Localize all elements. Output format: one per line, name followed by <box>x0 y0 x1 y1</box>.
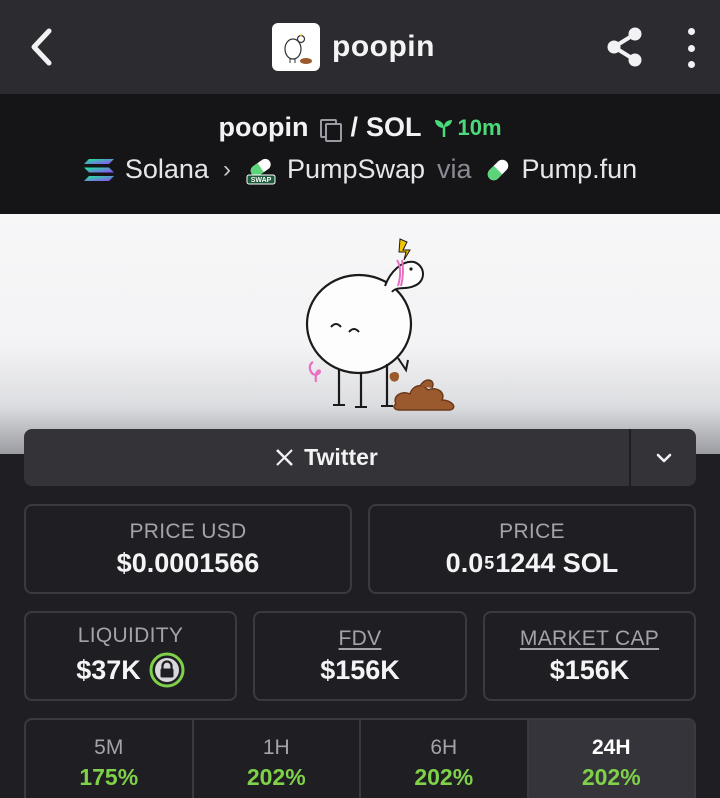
more-links-dropdown[interactable] <box>629 429 696 486</box>
market-cap-label[interactable]: MARKET CAP <box>520 627 659 651</box>
share-icon <box>607 27 642 67</box>
pair-age-badge: 10m <box>433 114 502 141</box>
x-logo-icon <box>276 449 294 466</box>
top-app-bar: poopin <box>0 0 720 94</box>
tab-6h-label: 6H <box>430 736 458 759</box>
tab-24h[interactable]: 24H 202% <box>528 720 694 798</box>
chevron-left-icon <box>31 28 52 66</box>
tab-5m-change: 175% <box>79 764 139 790</box>
tab-24h-change: 202% <box>581 764 641 790</box>
pair-age: 10m <box>457 114 502 140</box>
liquidity-value: $37K <box>76 654 141 685</box>
base-token-symbol: poopin <box>218 112 309 142</box>
token-banner <box>0 214 720 454</box>
share-button[interactable] <box>604 26 646 68</box>
via-label: via <box>437 154 472 184</box>
tab-1h[interactable]: 1H 202% <box>194 720 361 798</box>
seedling-icon <box>435 119 453 137</box>
market-cap-card: MARKET CAP $156K <box>483 611 696 701</box>
token-avatar <box>272 23 320 71</box>
lock-icon[interactable] <box>149 652 185 688</box>
price-native-zero-count: 5 <box>484 552 495 573</box>
price-native-suffix: 1244 SOL <box>495 547 619 578</box>
copy-icon[interactable] <box>318 117 343 142</box>
liquidity-label: LIQUIDITY <box>77 624 184 647</box>
token-banner-illustration <box>305 238 455 411</box>
fdv-label[interactable]: FDV <box>339 627 382 651</box>
tab-1h-label: 1H <box>262 736 290 759</box>
chain-name[interactable]: Solana <box>125 154 209 185</box>
twitter-label: Twitter <box>304 444 378 470</box>
more-vertical-icon <box>687 28 695 35</box>
social-links-bar: Twitter <box>24 429 696 486</box>
dex-name[interactable]: PumpSwap <box>287 154 425 185</box>
chevron-right-icon: › <box>222 155 231 183</box>
page-title: poopin <box>332 30 435 63</box>
liquidity-value-wrap: $37K <box>76 652 185 688</box>
dex-badge-text: SWAP <box>251 177 272 184</box>
token-header: poopin <box>272 22 435 72</box>
price-native-label: PRICE <box>499 519 565 543</box>
chevron-down-icon <box>656 453 671 462</box>
price-usd-value: $0.0001566 <box>116 547 260 578</box>
price-native-card: PRICE 0.0 5 1244 SOL <box>368 504 696 594</box>
tab-5m[interactable]: 5M 175% <box>26 720 194 798</box>
timeframe-tabs: 5M 175% 1H 202% 6H 202% 24H 202% <box>24 718 696 798</box>
tab-6h[interactable]: 6H 202% <box>361 720 529 798</box>
tab-5m-label: 5M <box>94 736 124 759</box>
twitter-button[interactable]: Twitter <box>24 429 629 486</box>
price-native-prefix: 0.0 <box>445 547 484 578</box>
fdv-card: FDV $156K <box>253 611 467 701</box>
pill-icon <box>487 159 508 180</box>
pumpswap-icon: SWAP <box>246 158 276 184</box>
pair-info: poopin / SOL 10m Solana › SWAP PumpSwap … <box>0 94 720 214</box>
quote-token-symbol: SOL <box>365 112 422 142</box>
pair-title: poopin / SOL 10m <box>0 112 720 143</box>
tab-6h-change: 202% <box>414 764 474 790</box>
solana-icon <box>83 158 114 181</box>
market-cap-value: $156K <box>549 654 630 685</box>
price-usd-label: PRICE USD <box>129 519 247 543</box>
tab-1h-change: 202% <box>246 764 306 790</box>
back-button[interactable] <box>22 24 62 70</box>
pair-separator: / <box>350 112 358 142</box>
price-native-value: 0.0 5 1244 SOL <box>446 548 619 579</box>
more-options-button[interactable] <box>680 28 702 68</box>
tab-24h-label: 24H <box>591 736 631 759</box>
chain-breadcrumb: Solana › SWAP PumpSwap via Pump.fun <box>0 154 720 185</box>
price-usd-card: PRICE USD $0.0001566 <box>24 504 352 594</box>
launchpad-name[interactable]: Pump.fun <box>522 154 638 185</box>
fdv-value: $156K <box>320 654 400 685</box>
liquidity-card: LIQUIDITY $37K <box>24 611 237 701</box>
